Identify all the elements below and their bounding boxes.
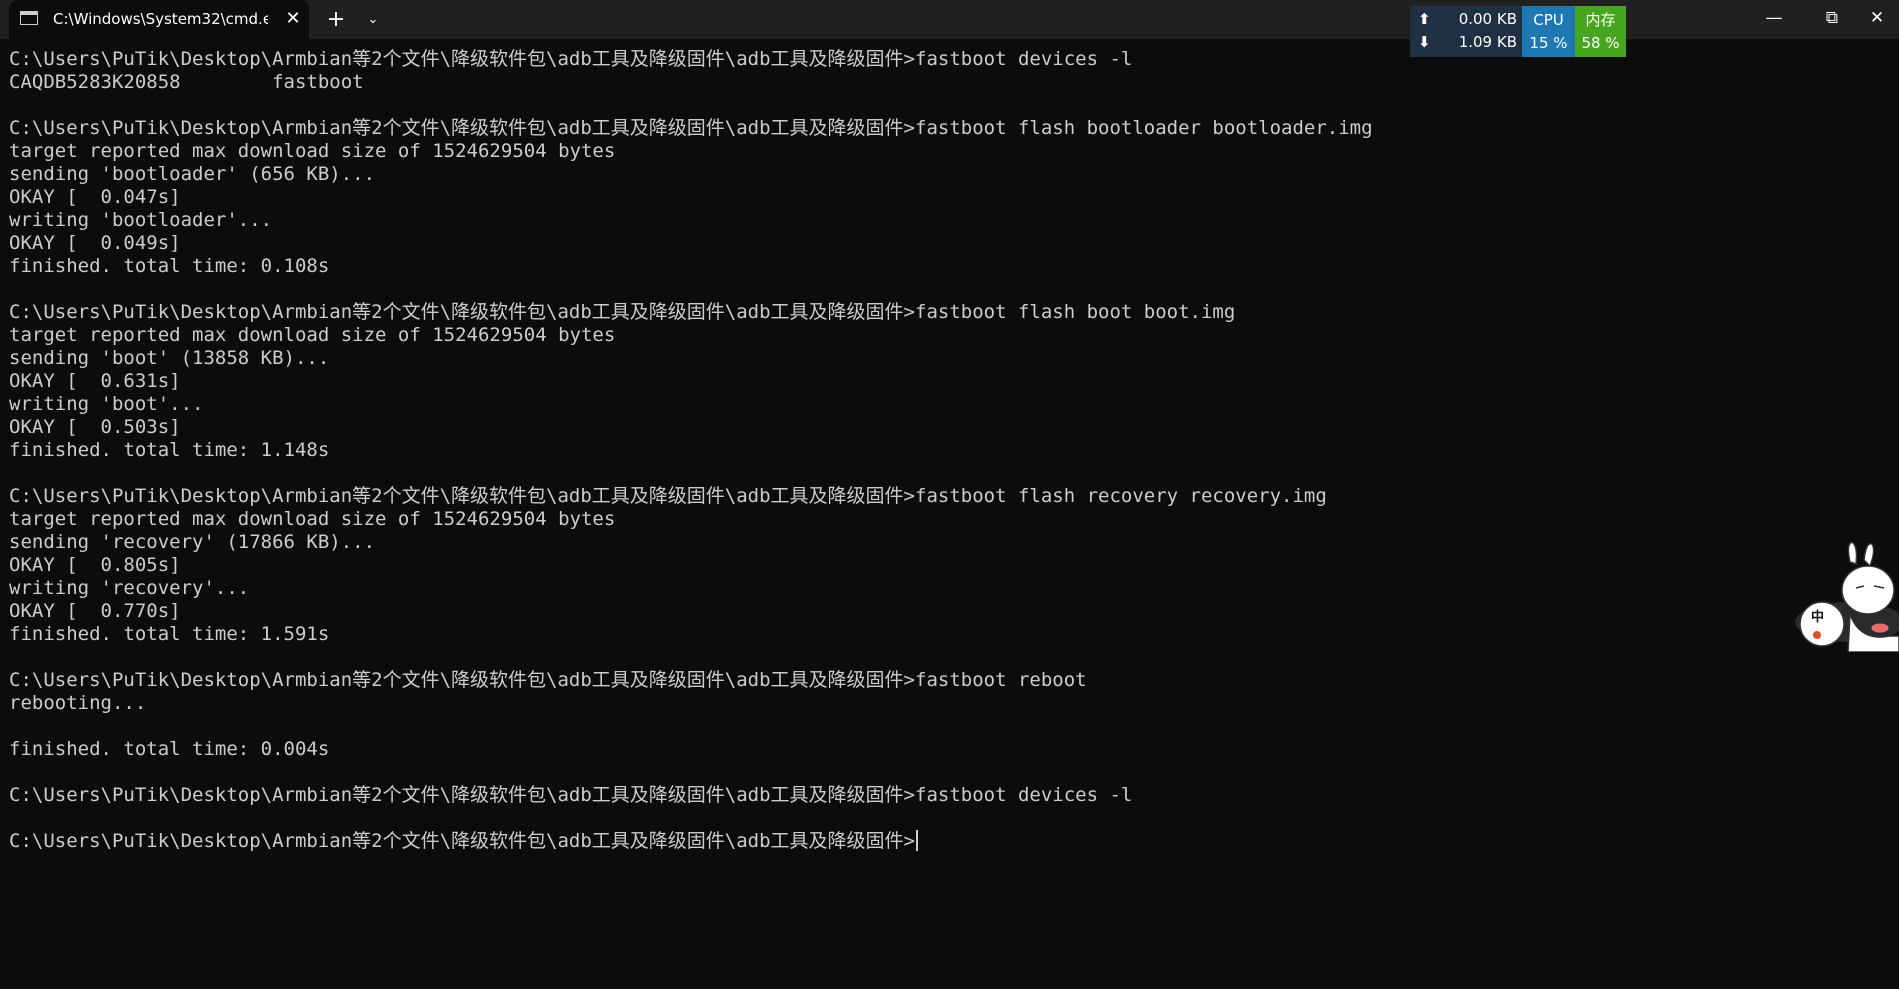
new-tab-button[interactable]: + xyxy=(322,6,350,34)
upload-arrow-icon: ⬆ xyxy=(1418,10,1431,28)
terminal-line: OKAY [ 0.503s] xyxy=(9,416,181,438)
terminal-line: sending 'boot' (13858 KB)... xyxy=(9,347,330,369)
maximize-button[interactable]: ⧉ xyxy=(1807,0,1857,39)
terminal-line: C:\Users\PuTik\Desktop\Armbian等2个文件\降级软件… xyxy=(9,485,1327,507)
terminal-line: sending 'bootloader' (656 KB)... xyxy=(9,163,376,185)
terminal-line: target reported max download size of 152… xyxy=(9,508,616,530)
terminal-line: OKAY [ 0.049s] xyxy=(9,232,181,254)
minimize-button[interactable]: — xyxy=(1749,0,1799,39)
terminal-icon xyxy=(20,11,38,25)
terminal-line: finished. total time: 0.108s xyxy=(9,255,330,277)
terminal-line: sending 'recovery' (17866 KB)... xyxy=(9,531,376,553)
memory-label: 内存 xyxy=(1585,11,1616,29)
tab-cmd[interactable]: C:\Windows\System32\cmd.e ✕ xyxy=(9,0,309,39)
tab-title: C:\Windows\System32\cmd.e xyxy=(53,10,268,28)
terminal-line: rebooting... xyxy=(9,692,147,714)
upload-speed: 0.00 KB xyxy=(1458,10,1517,28)
terminal-line: C:\Users\PuTik\Desktop\Armbian等2个文件\降级软件… xyxy=(9,48,1133,70)
terminal-output[interactable]: C:\Users\PuTik\Desktop\Armbian等2个文件\降级软件… xyxy=(9,48,1789,853)
terminal-line: finished. total time: 1.148s xyxy=(9,439,330,461)
text-cursor xyxy=(916,830,918,851)
terminal-line: OKAY [ 0.770s] xyxy=(9,600,181,622)
upload-row: ⬆ 0.00 KB xyxy=(1410,8,1522,31)
terminal-line: CAQDB5283K20858 fastboot xyxy=(9,71,364,93)
terminal-line: finished. total time: 0.004s xyxy=(9,738,330,760)
close-tab-icon[interactable]: ✕ xyxy=(281,7,305,31)
terminal-line: C:\Users\PuTik\Desktop\Armbian等2个文件\降级软件… xyxy=(9,117,1373,139)
terminal-line: target reported max download size of 152… xyxy=(9,324,616,346)
terminal-line: C:\Users\PuTik\Desktop\Armbian等2个文件\降级软件… xyxy=(9,301,1236,323)
terminal-line: OKAY [ 0.805s] xyxy=(9,554,181,576)
rabbit-mascot-icon xyxy=(1795,541,1899,653)
prompt-text: C:\Users\PuTik\Desktop\Armbian等2个文件\降级软件… xyxy=(9,830,915,852)
terminal-line: OKAY [ 0.047s] xyxy=(9,186,181,208)
terminal-line: OKAY [ 0.631s] xyxy=(9,370,181,392)
close-window-button[interactable]: ✕ xyxy=(1855,0,1899,39)
terminal-line: writing 'recovery'... xyxy=(9,577,250,599)
ime-floating-widget[interactable]: 中 xyxy=(1780,541,1899,653)
terminal-line: writing 'boot'... xyxy=(9,393,204,415)
terminal-line: C:\Users\PuTik\Desktop\Armbian等2个文件\降级软件… xyxy=(9,784,1133,806)
terminal-line: target reported max download size of 152… xyxy=(9,140,616,162)
terminal-line: finished. total time: 1.591s xyxy=(9,623,330,645)
terminal-line: writing 'bootloader'... xyxy=(9,209,273,231)
terminal-line: C:\Users\PuTik\Desktop\Armbian等2个文件\降级软件… xyxy=(9,669,1087,691)
ime-mode-label: 中 xyxy=(1811,610,1825,625)
tab-dropdown-button[interactable]: ⌄ xyxy=(360,6,386,34)
prompt-line[interactable]: C:\Users\PuTik\Desktop\Armbian等2个文件\降级软件… xyxy=(9,830,1789,853)
cpu-label: CPU xyxy=(1533,11,1564,29)
